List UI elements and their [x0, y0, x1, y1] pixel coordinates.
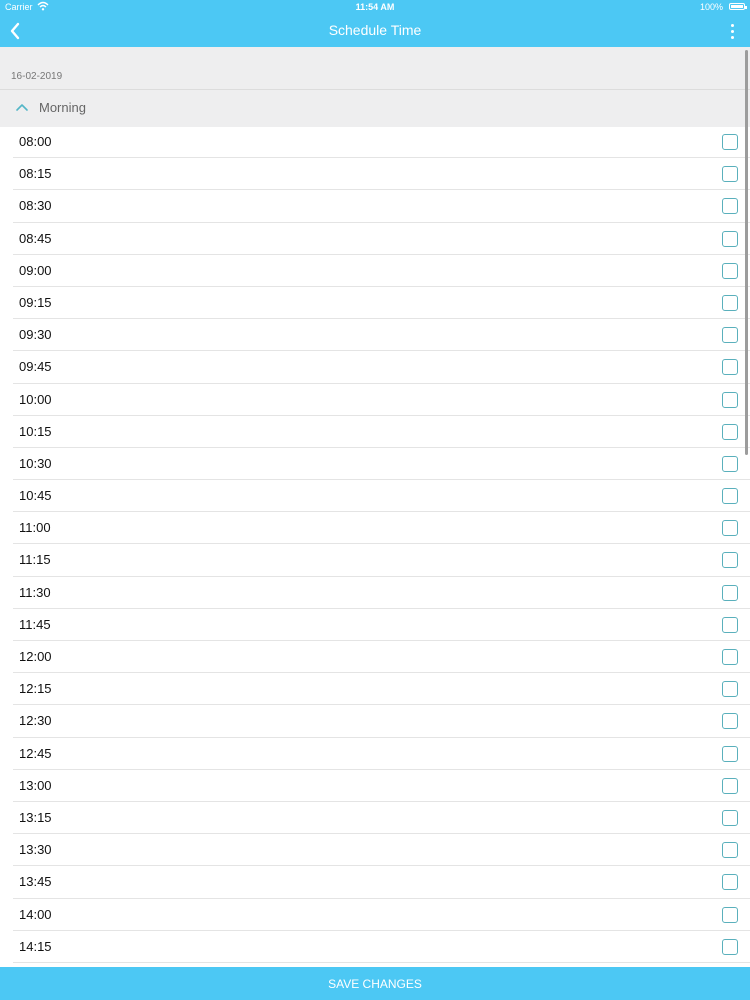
time-slot-label: 09:00: [19, 262, 52, 278]
more-vertical-icon-dot: [731, 36, 734, 39]
time-slot-checkbox[interactable]: [722, 938, 738, 955]
time-slot-label: 08:15: [19, 166, 52, 182]
time-slot-row[interactable]: 13:15: [0, 802, 750, 835]
time-slot-label: 14:15: [19, 938, 52, 954]
time-slot-checkbox[interactable]: [722, 745, 738, 762]
time-slot-label: 13:15: [19, 809, 52, 825]
battery-percent: 100%: [699, 2, 723, 12]
time-slot-checkbox[interactable]: [722, 552, 738, 569]
time-slot-row[interactable]: 14:15: [0, 931, 750, 964]
time-slot-label: 08:30: [19, 198, 52, 214]
time-slot-row[interactable]: 13:00: [0, 770, 750, 803]
time-slot-checkbox[interactable]: [722, 809, 738, 826]
section-label: Morning: [39, 100, 86, 115]
time-slot-row[interactable]: 13:45: [0, 866, 750, 899]
save-changes-label: SAVE CHANGES: [328, 977, 422, 991]
status-bar: Carrier 11:54 AM 100%: [0, 0, 750, 15]
time-slot-label: 11:15: [19, 552, 51, 568]
page-title: Schedule Time: [328, 22, 422, 38]
time-slot-checkbox[interactable]: [722, 777, 738, 794]
time-slot-label: 11:45: [19, 616, 51, 632]
time-slot-checkbox[interactable]: [722, 262, 738, 279]
save-changes-button[interactable]: SAVE CHANGES: [0, 967, 750, 1000]
time-slot-label: 12:15: [19, 681, 52, 697]
more-vertical-icon: [731, 24, 734, 27]
time-slot-checkbox[interactable]: [722, 166, 738, 183]
time-slot-checkbox[interactable]: [722, 455, 738, 472]
time-slot-label: 10:15: [19, 423, 52, 439]
time-slot-row[interactable]: 12:00: [0, 641, 750, 674]
time-slot-row[interactable]: 09:00: [0, 255, 750, 288]
time-slot-label: 12:45: [19, 745, 52, 761]
time-slot-label: 13:30: [19, 842, 52, 858]
time-slot-label: 09:30: [19, 327, 52, 343]
time-slot-row[interactable]: 11:45: [0, 609, 750, 642]
time-slot-row[interactable]: 08:30: [0, 190, 750, 223]
time-slot-row[interactable]: 09:45: [0, 351, 750, 384]
time-slot-checkbox[interactable]: [722, 198, 738, 215]
time-slot-checkbox[interactable]: [722, 294, 738, 311]
status-time: 11:54 AM: [355, 2, 395, 12]
time-slot-checkbox[interactable]: [722, 616, 738, 633]
time-slot-label: 10:30: [19, 455, 52, 471]
time-slot-row[interactable]: 10:15: [0, 416, 750, 449]
schedule-date: 16-02-2019: [11, 71, 63, 82]
time-slot-label: 13:00: [19, 777, 52, 793]
time-slot-label: 11:00: [19, 520, 51, 536]
more-vertical-icon-dot: [731, 30, 734, 33]
battery-icon: [729, 3, 747, 10]
time-slot-list: 08:00 08:15 08:30 08:45 09:00 09:15 09:30 09:45…: [0, 126, 750, 964]
time-slot-checkbox[interactable]: [722, 713, 738, 730]
time-slot-row[interactable]: 12:45: [0, 738, 750, 770]
time-slot-label: 11:30: [19, 584, 51, 600]
time-slot-checkbox[interactable]: [722, 134, 738, 150]
time-slot-row[interactable]: 09:15: [0, 287, 750, 320]
time-slot-checkbox[interactable]: [722, 649, 738, 665]
time-slot-row[interactable]: 11:00: [0, 512, 750, 545]
time-slot-row[interactable]: 08:00: [0, 126, 750, 159]
time-slot-row[interactable]: 11:15: [0, 544, 750, 577]
time-slot-checkbox[interactable]: [722, 584, 738, 601]
time-slot-row[interactable]: 12:30: [0, 705, 750, 738]
time-slot-label: 09:15: [19, 294, 52, 310]
time-slot-row[interactable]: 08:15: [0, 158, 750, 191]
time-slot-checkbox[interactable]: [722, 520, 738, 537]
time-slot-row[interactable]: 11:30: [0, 577, 750, 610]
time-slot-checkbox[interactable]: [722, 906, 738, 923]
time-slot-checkbox[interactable]: [722, 842, 738, 859]
time-slot-checkbox[interactable]: [722, 230, 738, 247]
time-slot-row[interactable]: 10:00: [0, 384, 750, 416]
time-slot-checkbox[interactable]: [722, 359, 738, 376]
time-slot-checkbox[interactable]: [722, 488, 738, 505]
chevron-up-icon: [16, 104, 28, 111]
time-slot-label: 12:30: [19, 713, 52, 729]
time-slot-checkbox[interactable]: [722, 874, 738, 891]
time-slot-label: 12:00: [19, 649, 52, 664]
date-header: 16-02-2019: [0, 47, 750, 90]
time-slot-label: 10:45: [19, 488, 52, 504]
time-slot-row[interactable]: 10:30: [0, 448, 750, 481]
time-slot-label: 10:00: [19, 391, 52, 407]
time-slot-checkbox[interactable]: [722, 681, 738, 698]
scrollbar[interactable]: [745, 50, 748, 455]
time-slot-checkbox[interactable]: [722, 423, 738, 440]
time-slot-label: 14:00: [19, 906, 52, 922]
time-slot-row[interactable]: 14:00: [0, 899, 750, 931]
time-slot-label: 13:45: [19, 874, 52, 890]
time-slot-label: 09:45: [19, 359, 52, 375]
section-header-morning[interactable]: Morning: [0, 90, 750, 127]
time-slot-row[interactable]: 12:15: [0, 673, 750, 706]
time-slot-checkbox[interactable]: [722, 327, 738, 344]
time-slot-row[interactable]: 13:30: [0, 834, 750, 867]
top-bar: Carrier 11:54 AM 100% Schedule Time: [0, 0, 750, 47]
time-slot-row[interactable]: 09:30: [0, 319, 750, 352]
time-slot-row[interactable]: 10:45: [0, 480, 750, 513]
time-slot-row[interactable]: 08:45: [0, 223, 750, 255]
time-slot-label: 08:00: [19, 134, 52, 149]
time-slot-checkbox[interactable]: [722, 391, 738, 408]
more-options-button[interactable]: [724, 20, 740, 42]
time-slot-label: 08:45: [19, 230, 52, 246]
